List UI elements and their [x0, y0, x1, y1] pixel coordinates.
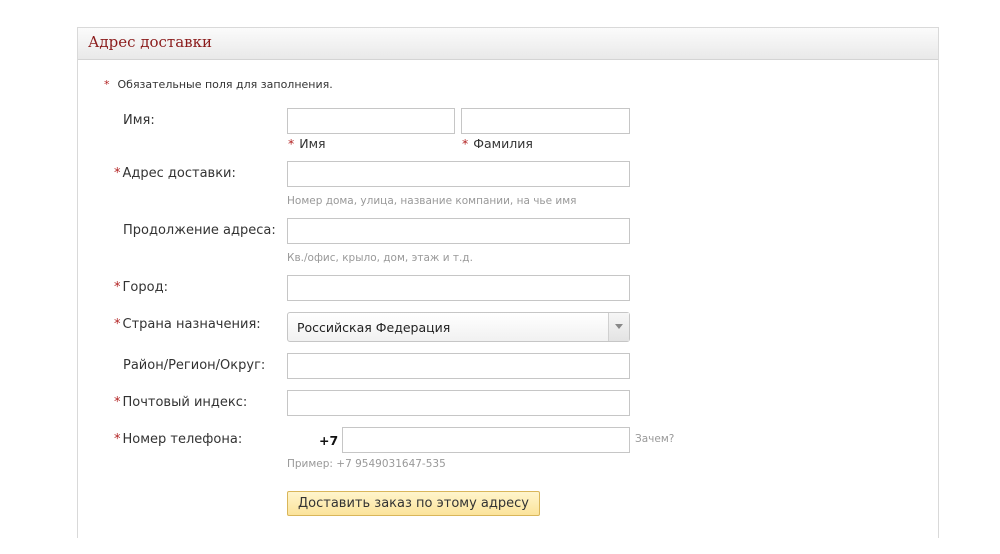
required-marker: *: [104, 78, 110, 91]
phone-input[interactable]: [342, 427, 630, 453]
required-fields-note: * Обязательные поля для заполнения.: [104, 78, 333, 91]
address-input[interactable]: [287, 161, 630, 187]
why-link[interactable]: Зачем?: [635, 433, 674, 445]
name-label: Имя:: [123, 113, 155, 128]
address-hint: Номер дома, улица, название компании, на…: [287, 195, 577, 207]
address-label: * Адрес доставки:: [114, 166, 236, 181]
shipping-address-panel: Адрес доставки * Обязательные поля для за…: [77, 27, 939, 538]
last-name-input[interactable]: [461, 108, 630, 134]
city-label: * Город:: [114, 280, 168, 295]
address2-hint: Кв./офис, крыло, дом, этаж и т.д.: [287, 252, 473, 264]
region-input[interactable]: [287, 353, 630, 379]
first-name-sublabel: * Имя: [288, 136, 326, 151]
address2-label: Продолжение адреса:: [123, 223, 276, 238]
required-note-text: Обязательные поля для заполнения.: [117, 78, 333, 91]
phone-label: * Номер телефона:: [114, 432, 243, 447]
country-selected-value: Российская Федерация: [297, 320, 451, 335]
panel-title: Адрес доставки: [88, 33, 212, 51]
region-label: Район/Регион/Округ:: [123, 358, 266, 373]
phone-example-hint: Пример: +7 9549031647-535: [287, 458, 446, 470]
country-select[interactable]: Российская Федерация: [287, 312, 630, 342]
triangle-down-icon: [615, 324, 623, 329]
country-label: * Страна назначения:: [114, 317, 261, 332]
city-input[interactable]: [287, 275, 630, 301]
dropdown-arrow-button[interactable]: [608, 313, 629, 341]
ship-to-address-button[interactable]: Доставить заказ по этому адресу: [287, 491, 540, 516]
zip-label: * Почтовый индекс:: [114, 395, 248, 410]
panel-header: Адрес доставки: [78, 28, 938, 60]
first-name-input[interactable]: [287, 108, 455, 134]
last-name-sublabel: * Фамилия: [462, 136, 533, 151]
zip-input[interactable]: [287, 390, 630, 416]
address2-input[interactable]: [287, 218, 630, 244]
phone-country-code: +7: [319, 433, 339, 448]
